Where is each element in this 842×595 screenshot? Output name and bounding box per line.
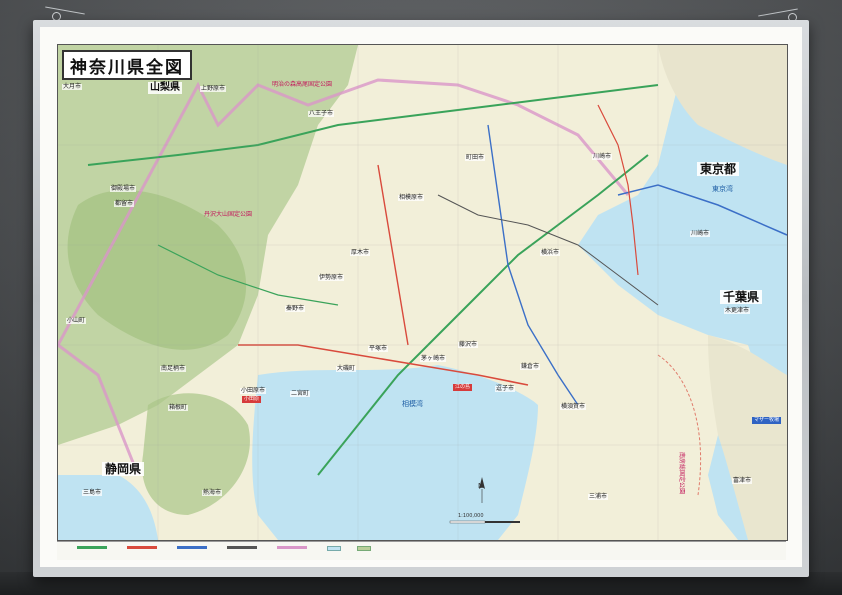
label-city: 小山町 [66,317,87,324]
label-minami-boso-park: 南房総国定公園 [678,452,685,495]
tag-enoshima: 江の島 [453,384,473,391]
map-title: 神奈川県全図 [62,50,192,80]
label-city: 秦野市 [285,305,306,312]
label-city: 富津市 [732,477,753,484]
label-city: 横須賀市 [560,403,587,410]
label-tokyo: 東京都 [697,162,740,176]
label-tanzawa-park: 丹沢大山国定公園 [204,211,253,218]
label-city: 川崎市 [592,153,613,160]
label-city: 逗子市 [495,385,516,392]
label-city: 三島市 [82,489,103,496]
tag-mother-farm: マザー牧場 [752,417,782,424]
label-city: 御殿場市 [110,185,137,192]
legend-swatch [227,546,257,549]
label-sagami-bay: 相模湾 [402,400,423,408]
label-chiba: 千葉県 [720,290,763,304]
label-meiji-park: 明治の森高尾国定公園 [272,81,333,88]
label-city: 厚木市 [350,249,371,256]
label-shizuoka: 静岡県 [102,462,145,476]
label-city: 藤沢市 [458,341,479,348]
legend-swatch [77,546,107,549]
scale-label: 1:100,000 [458,513,484,519]
compass-label: N [478,482,484,490]
label-city: 八王子市 [308,110,335,117]
label-city: 小田原市 [240,387,267,394]
label-city: 大月市 [62,83,83,90]
label-city: 木更津市 [724,307,751,314]
label-tokyo-bay: 東京湾 [712,185,733,193]
label-city: 町田市 [465,154,486,161]
label-city: 平塚市 [368,345,389,352]
label-city: 伊勢原市 [318,274,345,281]
label-city: 箱根町 [168,404,189,411]
scale-bar [449,520,520,524]
label-city: 南足柄市 [160,365,187,372]
label-city: 上野原市 [200,85,227,92]
label-city: 相模原市 [398,194,425,201]
label-city: 茅ヶ崎市 [420,355,447,362]
label-yamanashi: 山梨県 [148,82,182,94]
label-city: 横浜市 [540,249,561,256]
legend-swatch [327,546,341,551]
label-city: 二宮町 [290,390,311,397]
legend-swatch [127,546,157,549]
label-city: 川崎市 [690,230,711,237]
legend-swatch [177,546,207,549]
legend-strip [57,541,786,560]
label-city: 大磯町 [336,365,357,372]
legend-swatch [277,546,307,549]
label-city: 鎌倉市 [520,363,541,370]
label-city: 三浦市 [588,493,609,500]
label-city: 熱海市 [202,489,223,496]
label-city: 都留市 [114,200,135,207]
legend-swatch [357,546,371,551]
tag-odawara: 小田原 [242,396,262,403]
